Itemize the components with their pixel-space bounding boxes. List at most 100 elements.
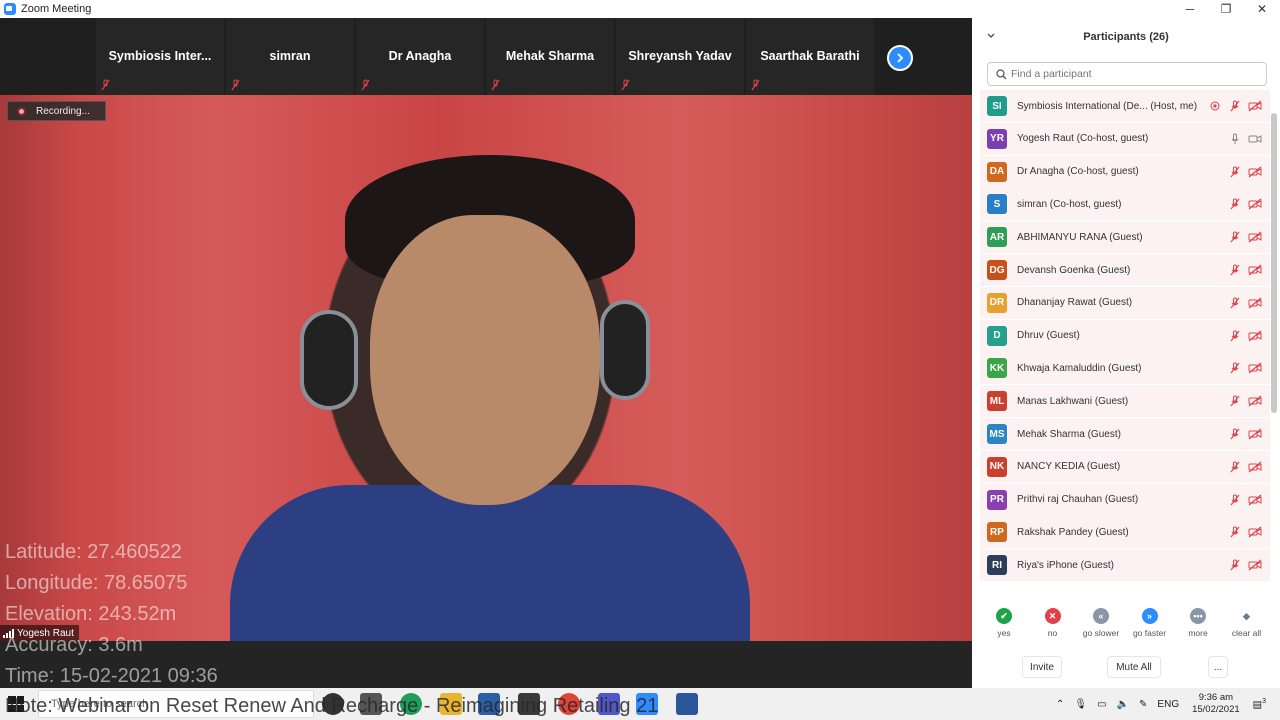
video-tile[interactable]: Saarthak Barathi bbox=[746, 18, 874, 95]
clock-date: 15/02/2021 bbox=[1192, 704, 1240, 715]
video-off-icon[interactable] bbox=[1248, 100, 1262, 112]
video-tile[interactable]: Symbiosis Inter... bbox=[96, 18, 224, 95]
mic-muted-icon[interactable] bbox=[1229, 330, 1241, 342]
participant-row[interactable]: AR ABHIMANYU RANA (Guest) bbox=[980, 221, 1270, 254]
participant-name: Khwaja Kamaluddin (Guest) bbox=[1017, 362, 1142, 374]
video-icon[interactable] bbox=[1248, 133, 1262, 145]
mic-muted-icon bbox=[361, 79, 370, 91]
video-off-icon[interactable] bbox=[1248, 166, 1262, 178]
participants-panel: Participants (26) SI Symbiosis Internatio… bbox=[972, 18, 1280, 688]
participant-name: Dr Anagha (Co-host, guest) bbox=[1017, 166, 1139, 178]
participant-search[interactable] bbox=[987, 62, 1267, 86]
network-icon[interactable]: ▭ bbox=[1097, 699, 1106, 710]
go-faster-reaction-button[interactable]: » go faster bbox=[1126, 608, 1174, 638]
video-off-icon[interactable] bbox=[1248, 559, 1262, 571]
participant-row[interactable]: DR Dhananjay Rawat (Guest) bbox=[980, 286, 1270, 319]
close-button[interactable]: ✕ bbox=[1244, 0, 1280, 18]
participant-row[interactable]: KK Khwaja Kamaluddin (Guest) bbox=[980, 352, 1270, 385]
yes-reaction-button[interactable]: ✔ yes bbox=[980, 608, 1028, 638]
participant-row[interactable]: DA Dr Anagha (Co-host, guest) bbox=[980, 155, 1270, 188]
participant-row[interactable]: PR Prithvi raj Chauhan (Guest) bbox=[980, 483, 1270, 516]
x-icon: ✕ bbox=[1044, 608, 1061, 624]
participant-list-scrollbar[interactable] bbox=[1271, 113, 1277, 413]
mic-muted-icon[interactable] bbox=[1229, 166, 1241, 178]
mic-muted-icon[interactable] bbox=[1229, 231, 1241, 243]
video-off-icon[interactable] bbox=[1248, 198, 1262, 210]
participant-row[interactable]: RP Rakshak Pandey (Guest) bbox=[980, 516, 1270, 549]
mic-muted-icon[interactable] bbox=[1229, 264, 1241, 276]
participant-name: Dhruv (Guest) bbox=[1017, 330, 1080, 342]
mic-muted-icon bbox=[621, 79, 630, 91]
notification-icon[interactable]: ▤3 bbox=[1253, 698, 1266, 710]
recording-indicator[interactable]: Recording... bbox=[7, 101, 106, 121]
video-off-icon[interactable] bbox=[1248, 526, 1262, 538]
minimize-button[interactable]: ─ bbox=[1172, 0, 1208, 18]
video-tile[interactable]: Mehak Sharma bbox=[486, 18, 614, 95]
language-indicator[interactable]: ENG bbox=[1157, 699, 1179, 710]
video-off-icon[interactable] bbox=[1248, 362, 1262, 374]
avatar: SI bbox=[987, 96, 1007, 116]
checkmark-icon: ✔ bbox=[996, 608, 1012, 624]
video-off-icon[interactable] bbox=[1248, 330, 1262, 342]
participant-name: Symbiosis International (De... (Host, me… bbox=[1017, 100, 1198, 112]
avatar: PR bbox=[987, 489, 1007, 510]
mic-muted-icon[interactable] bbox=[1229, 461, 1241, 473]
participant-search-input[interactable] bbox=[1011, 68, 1251, 80]
tray-chevron-icon[interactable]: ⌃ bbox=[1056, 699, 1064, 710]
participant-row[interactable]: DG Devansh Goenka (Guest) bbox=[980, 254, 1270, 286]
participant-row[interactable]: YR Yogesh Raut (Co-host, guest) bbox=[980, 122, 1270, 155]
volume-icon[interactable]: 🔈 bbox=[1117, 699, 1129, 710]
mic-icon[interactable] bbox=[1229, 133, 1241, 145]
microphone-icon[interactable]: 🎙 bbox=[1074, 699, 1087, 710]
go-slower-reaction-button[interactable]: « go slower bbox=[1077, 608, 1125, 638]
reaction-label: more bbox=[1188, 628, 1208, 638]
mic-muted-icon[interactable] bbox=[1229, 428, 1241, 440]
video-off-icon[interactable] bbox=[1248, 231, 1262, 243]
mic-muted-icon[interactable] bbox=[1229, 198, 1241, 210]
video-off-icon[interactable] bbox=[1248, 461, 1262, 473]
participant-row[interactable]: ML Manas Lakhwani (Guest) bbox=[980, 385, 1270, 418]
next-page-button[interactable] bbox=[887, 45, 913, 71]
mic-muted-icon[interactable] bbox=[1229, 494, 1241, 506]
reaction-label: no bbox=[1047, 628, 1058, 638]
mic-muted-icon[interactable] bbox=[1229, 297, 1241, 309]
video-off-icon[interactable] bbox=[1248, 494, 1262, 506]
word-icon[interactable] bbox=[676, 693, 698, 715]
participant-row[interactable]: Ssimran (Co-host, guest) bbox=[980, 188, 1270, 221]
participant-row[interactable]: RI Riya's iPhone (Guest) bbox=[980, 549, 1270, 582]
participant-name: ABHIMANYU RANA (Guest) bbox=[1017, 231, 1143, 243]
no-reaction-button[interactable]: ✕ no bbox=[1029, 608, 1077, 638]
mic-muted-icon[interactable] bbox=[1229, 100, 1241, 112]
pen-icon[interactable]: ✎ bbox=[1139, 699, 1147, 710]
participant-row[interactable]: MS Mehak Sharma (Guest) bbox=[980, 418, 1270, 450]
participant-row[interactable]: NK NANCY KEDIA (Guest) bbox=[980, 450, 1270, 483]
reaction-label: go slower bbox=[1082, 628, 1120, 638]
avatar: YR bbox=[987, 128, 1007, 149]
search-icon bbox=[996, 68, 1007, 79]
participant-row[interactable]: D Dhruv (Guest) bbox=[980, 319, 1270, 352]
mic-muted-icon[interactable] bbox=[1229, 526, 1241, 538]
video-tile[interactable]: simran bbox=[226, 18, 354, 95]
avatar: MS bbox=[987, 424, 1007, 444]
video-tile[interactable]: Shreyansh Yadav bbox=[616, 18, 744, 95]
clear-all-reactions-button[interactable]: ◆ clear all bbox=[1223, 608, 1271, 638]
mic-muted-icon[interactable] bbox=[1229, 362, 1241, 374]
avatar: S bbox=[987, 194, 1007, 215]
avatar: RP bbox=[987, 522, 1007, 543]
video-off-icon[interactable] bbox=[1248, 297, 1262, 309]
invite-button[interactable]: Invite bbox=[1022, 656, 1062, 678]
participant-row[interactable]: SI Symbiosis International (De... (Host, … bbox=[980, 90, 1270, 122]
video-off-icon[interactable] bbox=[1248, 264, 1262, 276]
maximize-button[interactable]: ❐ bbox=[1208, 0, 1244, 18]
mic-muted-icon[interactable] bbox=[1229, 559, 1241, 571]
mic-muted-icon[interactable] bbox=[1229, 395, 1241, 407]
more-options-button[interactable]: ... bbox=[1208, 656, 1228, 678]
geo-note: Note: Webinar on Reset Renew And Recharg… bbox=[5, 695, 659, 717]
video-tile[interactable]: Dr Anagha bbox=[356, 18, 484, 95]
video-off-icon[interactable] bbox=[1248, 428, 1262, 440]
participant-name: simran (Co-host, guest) bbox=[1017, 198, 1122, 210]
mute-all-button[interactable]: Mute All bbox=[1107, 656, 1161, 678]
taskbar-clock[interactable]: 9:36 am 15/02/2021 bbox=[1192, 692, 1240, 716]
video-off-icon[interactable] bbox=[1248, 395, 1262, 407]
more-reactions-button[interactable]: ••• more bbox=[1174, 608, 1222, 638]
